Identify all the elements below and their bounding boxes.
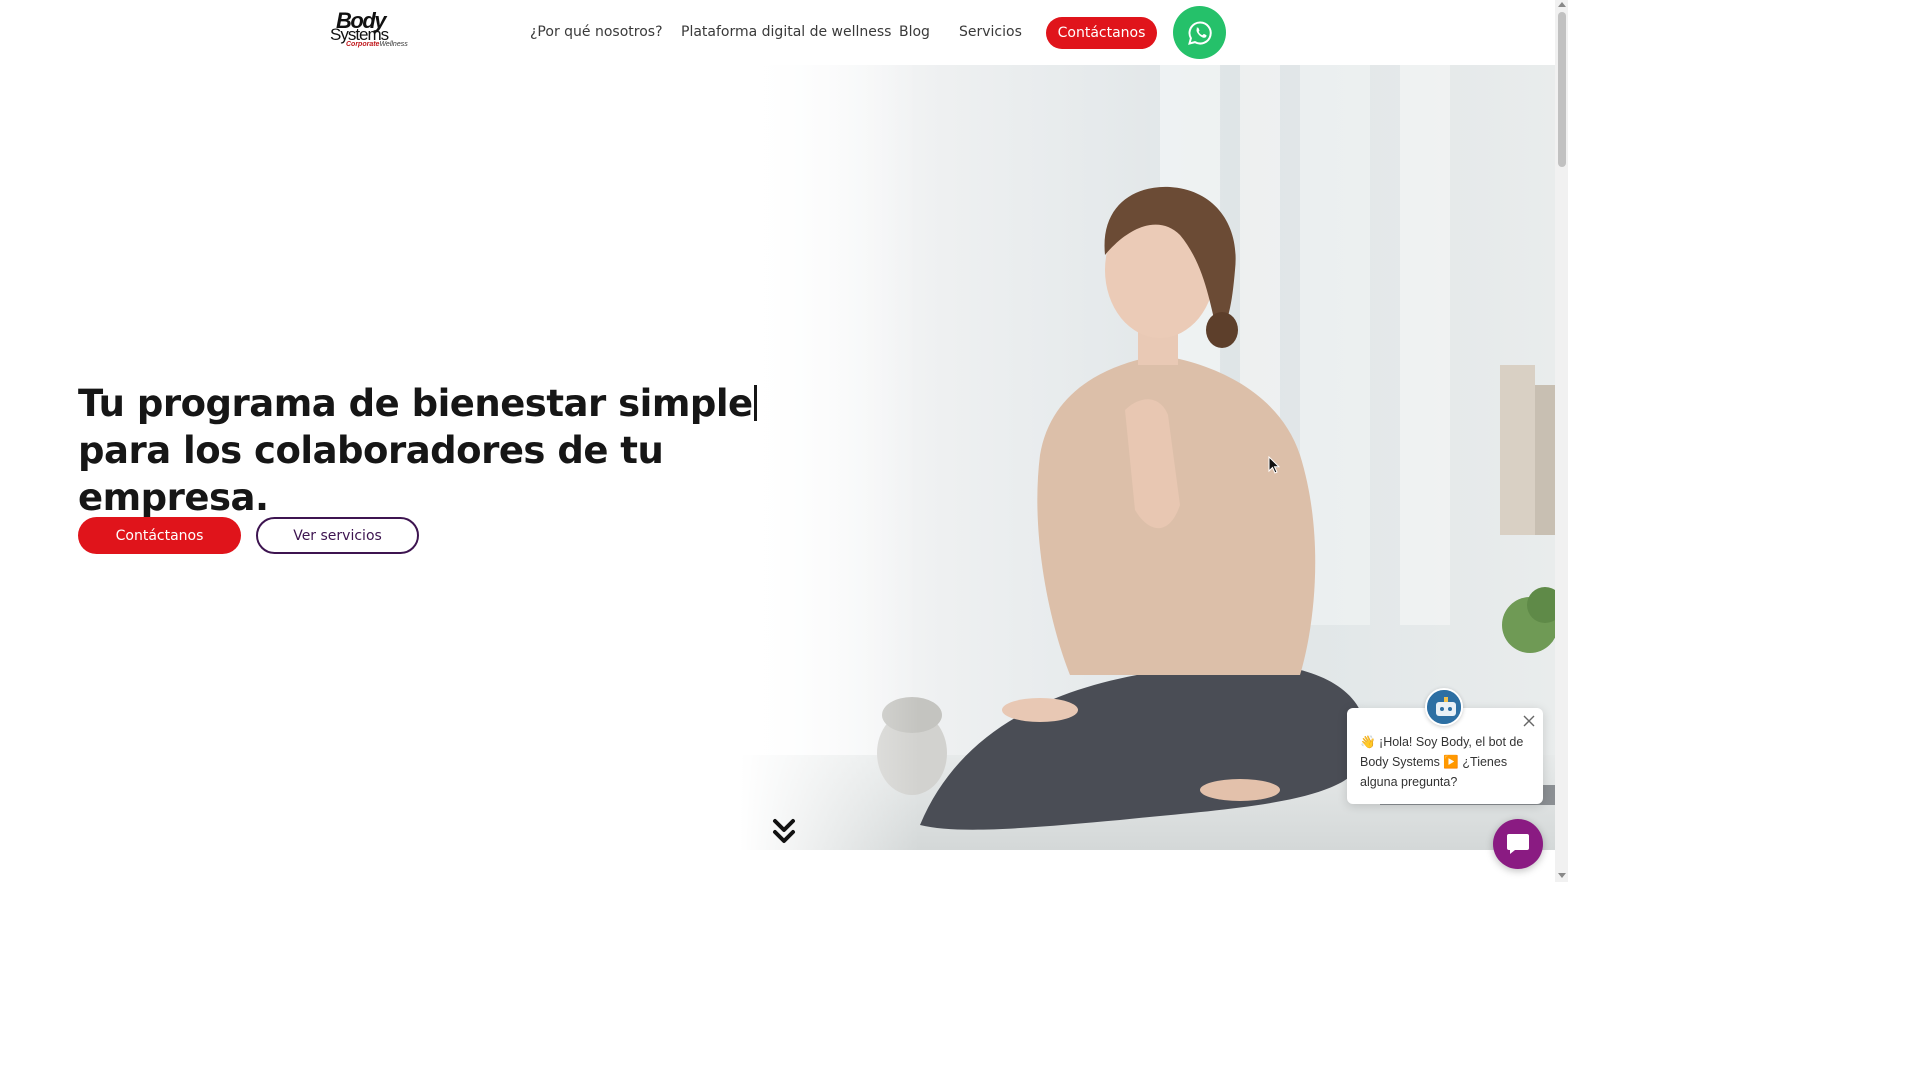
- page-scrollbar[interactable]: [1555, 0, 1568, 882]
- chat-launcher-button[interactable]: [1493, 819, 1543, 869]
- scrollbar-thumb[interactable]: [1558, 12, 1566, 167]
- mouse-cursor-icon: [1268, 456, 1280, 474]
- bot-avatar-icon: [1425, 688, 1463, 726]
- site-header: Body Systems CorporateWellness ¿Por qué …: [0, 0, 1555, 65]
- whatsapp-button[interactable]: [1173, 6, 1226, 59]
- logo-line-3: CorporateWellness: [346, 41, 408, 48]
- scroll-down-button[interactable]: [772, 818, 796, 846]
- chat-greeting-text: 👋 ¡Hola! Soy Body, el bot de Body System…: [1360, 735, 1524, 789]
- header-contact-button[interactable]: Contáctanos: [1046, 17, 1157, 49]
- nav-link-wellness-platform[interactable]: Plataforma digital de wellness: [681, 24, 891, 40]
- scroll-down-arrow-icon[interactable]: [1558, 873, 1566, 878]
- typing-caret: [753, 385, 757, 421]
- body-systems-logo[interactable]: Body Systems CorporateWellness: [330, 8, 420, 52]
- hero-services-button[interactable]: Ver servicios: [256, 517, 419, 554]
- hero-headline: Tu programa de bienestar simple para los…: [78, 380, 798, 521]
- nav-link-why-us[interactable]: ¿Por qué nosotros?: [530, 24, 663, 40]
- hero-contact-button[interactable]: Contáctanos: [78, 517, 241, 554]
- nav-link-blog[interactable]: Blog: [899, 24, 930, 40]
- whatsapp-icon: [1187, 20, 1212, 45]
- nav-link-services[interactable]: Servicios: [959, 24, 1022, 40]
- scroll-up-arrow-icon[interactable]: [1558, 2, 1566, 7]
- close-icon[interactable]: [1522, 714, 1536, 728]
- double-chevron-down-icon: [773, 819, 795, 843]
- chat-icon: [1507, 834, 1529, 854]
